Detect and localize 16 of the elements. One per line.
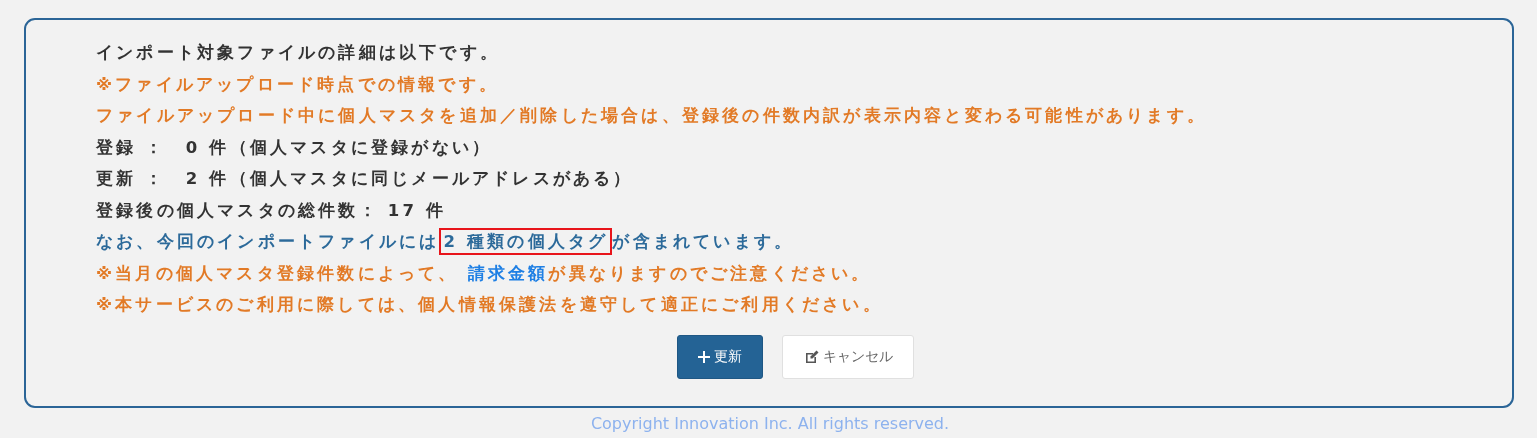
- highlighted-phrase: 2 種類の個人タグ: [439, 228, 613, 255]
- cancel-button[interactable]: キャンセル: [781, 334, 914, 379]
- billing-link[interactable]: 請求金額: [467, 263, 549, 283]
- edit-icon: [804, 349, 819, 364]
- update-button[interactable]: 更新: [676, 334, 763, 379]
- copyright-text: Copyright Innovation Inc. All rights reserved.: [589, 414, 951, 433]
- message-line: 更新 ： 2 件（個人マスタに同じメールアドレスがある）: [96, 168, 635, 190]
- message-line: ※本サービスのご利用に際しては、個人情報保護法を遵守して適正にご利用ください。: [96, 294, 884, 316]
- message-line: 登録後の個人マスタの総件数： 17 件: [96, 199, 448, 222]
- message-line: 登録 ： 0 件（個人マスタに登録がない）: [96, 136, 494, 159]
- message-line: ※ファイルアップロード時点での情報です。: [96, 73, 501, 96]
- message-line: ファイルアップロード中に個人マスタを追加／削除した場合は、登録後の件数内訳が表示内容と変わる可能性があります。: [96, 105, 1208, 127]
- message-line: インポート対象ファイルの詳細は以下です。: [96, 42, 501, 64]
- message-line: なお、今回のインポートファイルには 2 種類の個人タグ が含まれています。: [96, 226, 1512, 258]
- message-line: ※当月の個人マスタ登録件数によって、 請求金額が異なりますのでご注意ください。: [96, 262, 873, 285]
- plus-icon: [697, 350, 710, 363]
